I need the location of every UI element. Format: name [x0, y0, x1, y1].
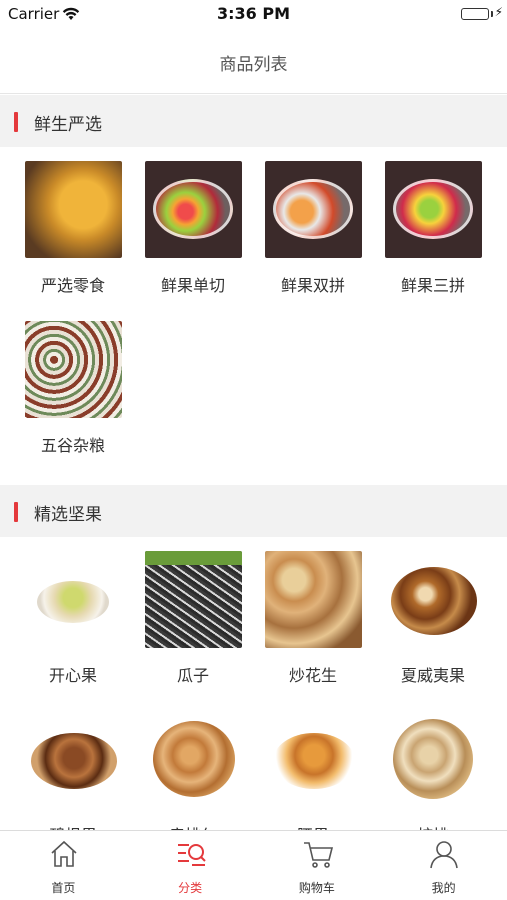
product-label: 炒花生	[288, 666, 337, 685]
fruit-bowl-image	[385, 161, 482, 258]
walnut-image	[385, 711, 482, 808]
section-accent-bar	[14, 502, 18, 522]
product-label: 瓜子	[176, 666, 209, 685]
product-item-snack[interactable]: 严选零食	[4, 147, 124, 307]
page-title: 商品列表	[219, 55, 288, 75]
tab-label: 分类	[178, 881, 203, 895]
battery-tip	[491, 11, 493, 17]
navigation-bar: 商品列表	[0, 28, 507, 94]
grain-image	[25, 321, 122, 418]
section-header-fresh: 鲜生严选	[0, 95, 507, 147]
pecan-image	[25, 711, 122, 808]
product-label: 五谷杂粮	[40, 436, 105, 455]
tab-label: 首页	[51, 881, 76, 895]
tab-cart[interactable]: 购物车	[254, 831, 381, 900]
product-item-pecan[interactable]: 碧根果	[4, 697, 124, 830]
tab-label: 我的	[431, 881, 456, 895]
fruit-bowl-image	[145, 161, 242, 258]
product-item-fruit-triple[interactable]: 鲜果三拼	[364, 147, 484, 307]
profile-icon	[428, 838, 460, 870]
product-label: 鲜果三拼	[400, 276, 465, 295]
category-icon	[175, 838, 207, 870]
product-label: 夏威夷果	[400, 666, 465, 685]
product-item-cashew[interactable]: 腰果	[244, 697, 364, 830]
cashew-image	[265, 711, 362, 808]
product-label: 严选零食	[40, 276, 105, 295]
product-label: 核桃	[364, 822, 502, 830]
fruit-bowl-image	[265, 161, 362, 258]
product-item-macadamia[interactable]: 夏威夷果	[364, 537, 484, 697]
macadamia-image	[385, 551, 482, 648]
almond-image	[145, 711, 242, 808]
product-item-almond[interactable]: 扁桃仁	[124, 697, 244, 830]
product-label: 鲜果双拼	[280, 276, 345, 295]
charging-icon: ⚡	[494, 5, 503, 19]
product-label: 鲜果单切	[160, 276, 225, 295]
section-header-nuts: 精选坚果	[0, 485, 507, 537]
product-item-walnut[interactable]: 核桃	[364, 697, 484, 830]
tab-home[interactable]: 首页	[0, 831, 127, 900]
product-item-fruit-single[interactable]: 鲜果单切	[124, 147, 244, 307]
product-label: 碧根果	[4, 822, 142, 830]
product-label: 腰果	[244, 822, 382, 830]
pistachio-image	[25, 551, 122, 648]
product-item-fruit-double[interactable]: 鲜果双拼	[244, 147, 364, 307]
section-title: 精选坚果	[34, 505, 102, 525]
tab-profile[interactable]: 我的	[380, 831, 507, 900]
home-icon	[48, 838, 80, 870]
section-grid-fresh: 严选零食 鲜果单切 鲜果双拼 鲜果三拼 五谷杂粮	[0, 147, 507, 467]
battery-icon	[461, 8, 489, 20]
sunflower-seed-image	[145, 551, 242, 648]
section-title: 鲜生严选	[34, 115, 102, 135]
product-item-pistachio[interactable]: 开心果	[4, 537, 124, 697]
status-bar: Carrier 3:36 PM ⚡	[0, 0, 507, 28]
product-item-peanut[interactable]: 炒花生	[244, 537, 364, 697]
product-label: 扁桃仁	[124, 822, 262, 830]
product-list[interactable]: 鲜生严选 严选零食 鲜果单切 鲜果双拼 鲜果三拼 五谷杂粮 精选坚果 开心果 瓜…	[0, 95, 507, 830]
clock: 3:36 PM	[216, 4, 290, 23]
section-accent-bar	[14, 112, 18, 132]
product-label: 开心果	[48, 666, 97, 685]
section-grid-nuts: 开心果 瓜子 炒花生 夏威夷果 碧根果 扁桃仁 腰果 核桃	[0, 537, 507, 830]
product-item-seeds[interactable]: 瓜子	[124, 537, 244, 697]
tab-bar: 首页 分类 购物车 我的	[0, 830, 507, 900]
product-item-grains[interactable]: 五谷杂粮	[4, 307, 124, 467]
snack-image	[25, 161, 122, 258]
tab-label: 购物车	[298, 881, 335, 895]
tab-category[interactable]: 分类	[127, 831, 254, 900]
cart-icon	[302, 838, 334, 870]
peanut-image	[265, 551, 362, 648]
